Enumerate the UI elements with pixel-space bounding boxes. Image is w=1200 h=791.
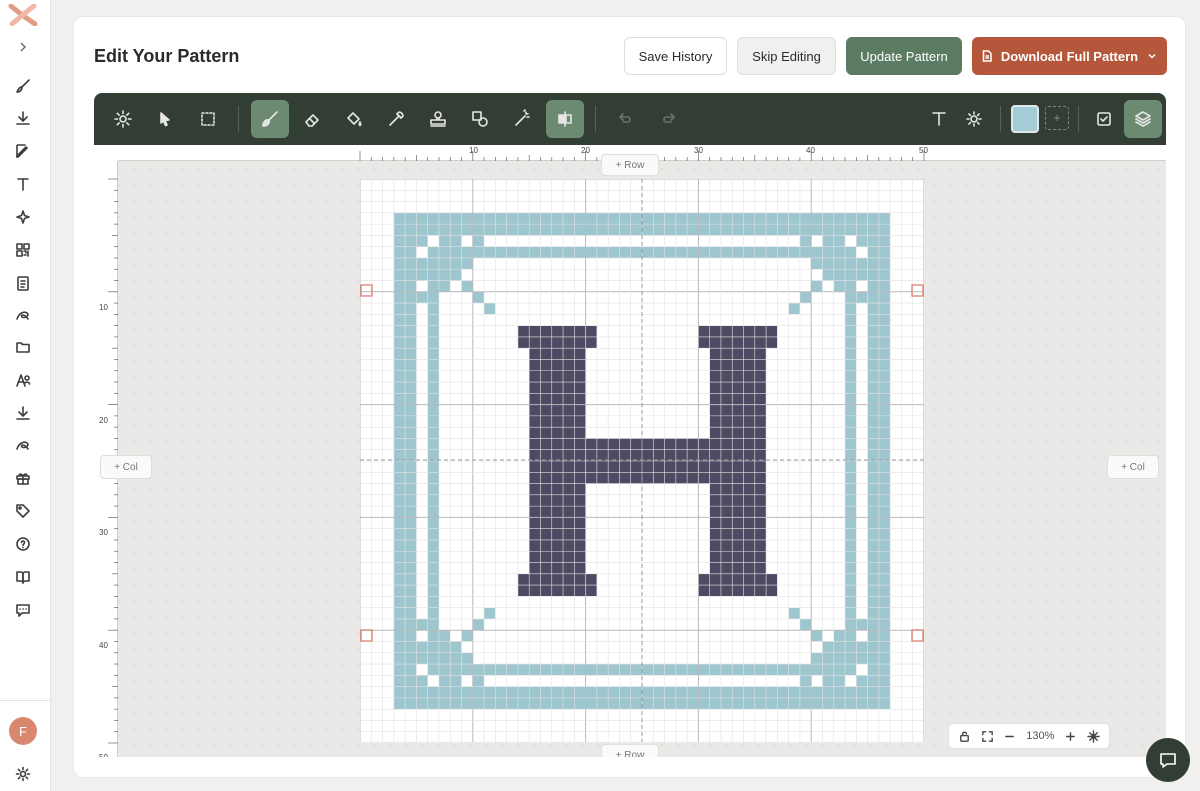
lock-icon[interactable] xyxy=(958,730,971,743)
update-pattern-button[interactable]: Update Pattern xyxy=(846,37,962,75)
toolbar-divider xyxy=(1078,106,1079,132)
brush-icon[interactable] xyxy=(13,76,33,96)
download-icon[interactable] xyxy=(13,108,33,128)
download-full-pattern-button[interactable]: Download Full Pattern xyxy=(972,37,1167,75)
logo-icon[interactable] xyxy=(8,4,38,26)
ruler-top-label: 50 xyxy=(919,146,928,155)
download-label: Download Full Pattern xyxy=(1000,48,1139,64)
sidebar-divider xyxy=(0,700,50,701)
zoom-level: 130% xyxy=(1026,730,1055,742)
ruler-left-label: 10 xyxy=(99,303,108,312)
stamp-tool-icon[interactable] xyxy=(419,100,457,138)
redo-icon[interactable] xyxy=(650,100,688,138)
resize-handle[interactable] xyxy=(360,629,373,642)
sparkle-icon[interactable] xyxy=(13,207,33,227)
checkbox-icon[interactable] xyxy=(1085,100,1123,138)
ruler-corner xyxy=(94,145,118,161)
fullscreen-icon[interactable] xyxy=(981,730,994,743)
toolbar-divider xyxy=(595,106,596,132)
qr-icon[interactable] xyxy=(13,240,33,260)
center-icon[interactable] xyxy=(1087,729,1100,743)
zoom-controls: 130% xyxy=(948,723,1110,749)
text-icon[interactable] xyxy=(13,174,33,194)
pattern-toolbar: + xyxy=(94,93,1166,145)
expand-sidebar-icon[interactable] xyxy=(14,38,32,56)
brush-tool-icon[interactable] xyxy=(251,100,289,138)
thread-icon[interactable] xyxy=(13,305,33,325)
users-icon[interactable] xyxy=(13,370,33,390)
avatar[interactable]: F xyxy=(9,717,37,745)
eyedropper-tool-icon[interactable] xyxy=(377,100,415,138)
message-icon[interactable] xyxy=(13,600,33,620)
resize-handle[interactable] xyxy=(360,284,373,297)
zoom-out-icon[interactable] xyxy=(1003,730,1016,743)
magic-wand-tool-icon[interactable] xyxy=(503,100,541,138)
gift-icon[interactable] xyxy=(13,468,33,488)
ruler-left-label: 20 xyxy=(99,416,108,425)
chat-icon xyxy=(1160,753,1176,768)
skip-editing-button[interactable]: Skip Editing xyxy=(737,37,836,75)
current-color-swatch[interactable] xyxy=(1011,105,1039,133)
mirror-tool-icon[interactable] xyxy=(546,100,584,138)
add-row-top-button[interactable]: + Row xyxy=(601,154,659,176)
add-row-bottom-button[interactable]: + Row xyxy=(601,744,659,757)
folder-icon[interactable] xyxy=(13,337,33,357)
resize-handle[interactable] xyxy=(911,629,924,642)
pattern-canvas[interactable]: 10 20 30 40 50 10 20 30 40 50 + Row + Ro… xyxy=(94,145,1166,757)
layers-icon[interactable] xyxy=(1124,100,1162,138)
ruler-top-label: 30 xyxy=(694,146,703,155)
sun-icon[interactable] xyxy=(955,100,993,138)
gear-icon[interactable] xyxy=(13,764,33,784)
tag-icon[interactable] xyxy=(13,501,33,521)
ruler-left xyxy=(94,145,118,757)
save-history-button[interactable]: Save History xyxy=(624,37,727,75)
thread-icon[interactable] xyxy=(13,435,33,455)
marquee-tool-icon[interactable] xyxy=(189,100,227,138)
ruler-top-label: 10 xyxy=(469,146,478,155)
pattern-grid[interactable] xyxy=(360,179,924,742)
left-sidebar: F xyxy=(0,0,51,791)
add-color-button[interactable]: + xyxy=(1045,106,1069,130)
resize-handle[interactable] xyxy=(911,284,924,297)
undo-icon[interactable] xyxy=(606,100,644,138)
eraser-tool-icon[interactable] xyxy=(293,100,331,138)
ruler-left-label: 50 xyxy=(99,753,108,757)
ruler-top-label: 40 xyxy=(806,146,815,155)
ruler-top-label: 20 xyxy=(581,146,590,155)
page-title: Edit Your Pattern xyxy=(94,46,240,66)
shapes-tool-icon[interactable] xyxy=(461,100,499,138)
toolbar-divider xyxy=(238,106,239,132)
chat-button[interactable] xyxy=(1146,738,1190,782)
ruler-left-label: 30 xyxy=(99,528,108,537)
chevron-down-icon[interactable] xyxy=(1146,50,1158,62)
clipboard-icon[interactable] xyxy=(13,273,33,293)
add-col-right-button[interactable]: + Col xyxy=(1107,455,1159,479)
edit-icon[interactable] xyxy=(13,141,33,161)
zoom-in-icon[interactable] xyxy=(1064,730,1077,743)
text-tool-icon[interactable] xyxy=(920,100,958,138)
editor-card: Edit Your Pattern Save History Skip Edit… xyxy=(73,16,1186,778)
add-col-left-button[interactable]: + Col xyxy=(100,455,152,479)
toolbar-divider xyxy=(1000,106,1001,132)
download-icon[interactable] xyxy=(13,403,33,423)
fill-tool-icon[interactable] xyxy=(335,100,373,138)
ruler-left-label: 40 xyxy=(99,641,108,650)
select-tool-icon[interactable] xyxy=(146,100,184,138)
file-icon xyxy=(982,50,992,62)
help-icon[interactable] xyxy=(13,534,33,554)
settings-tool-icon[interactable] xyxy=(104,100,142,138)
book-icon[interactable] xyxy=(13,567,33,587)
